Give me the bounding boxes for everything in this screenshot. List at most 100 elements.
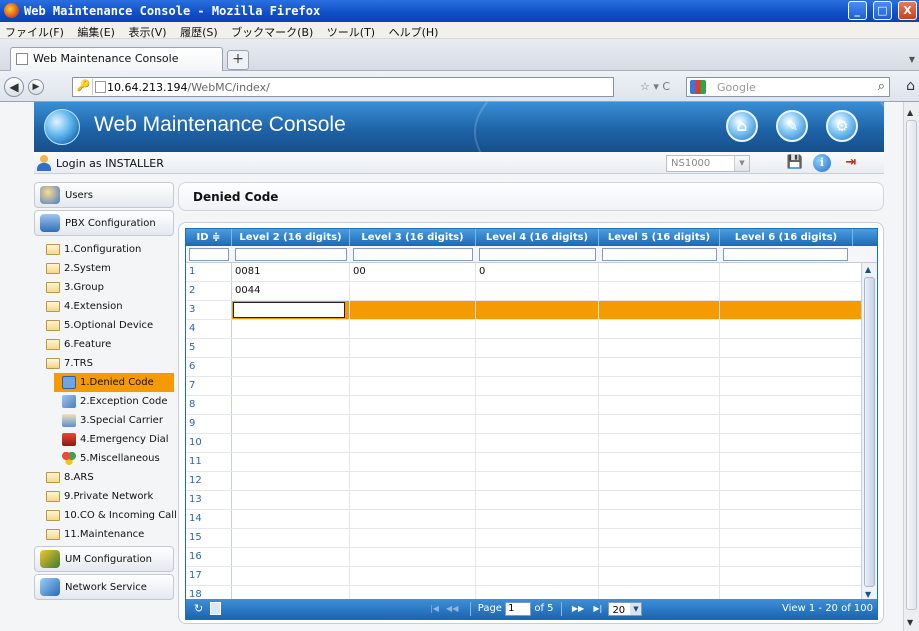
grid-cell[interactable] <box>350 434 476 452</box>
system-select[interactable]: NS1000 ▼ <box>666 155 750 172</box>
grid-cell[interactable] <box>350 358 476 376</box>
grid-cell[interactable] <box>720 491 862 509</box>
table-row[interactable]: 12 <box>186 472 862 491</box>
grid-cell[interactable] <box>350 301 476 319</box>
tree-item-private-network[interactable]: 9.Private Network <box>34 487 174 506</box>
table-row[interactable]: 16 <box>186 548 862 567</box>
filter-level3[interactable] <box>353 248 473 261</box>
tree-item-emergency-dial[interactable]: 4.Emergency Dial <box>34 430 174 449</box>
grid-cell[interactable] <box>720 396 862 414</box>
grid-cell[interactable] <box>476 301 599 319</box>
grid-cell[interactable] <box>350 510 476 528</box>
page-scroll-thumb[interactable] <box>906 120 917 610</box>
grid-cell[interactable] <box>476 453 599 471</box>
grid-cell[interactable] <box>232 510 350 528</box>
back-button[interactable]: ◀ <box>4 77 24 97</box>
grid-cell[interactable] <box>599 567 720 585</box>
grid-cell[interactable] <box>476 548 599 566</box>
scroll-down-icon[interactable]: ▼ <box>865 590 871 599</box>
grid-cell[interactable] <box>350 548 476 566</box>
sidebar-section-pbx[interactable]: PBX Configuration <box>34 210 174 236</box>
prev-page-icon[interactable]: ◀◀ <box>446 601 458 617</box>
table-row[interactable]: 6 <box>186 358 862 377</box>
grid-cell[interactable] <box>720 415 862 433</box>
menu-history[interactable]: 履歴(S) <box>175 22 223 40</box>
tab-list-icon[interactable]: ▼ <box>909 55 915 64</box>
menu-file[interactable]: ファイル(F) <box>0 22 69 40</box>
table-row[interactable]: 7 <box>186 377 862 396</box>
col-header-level6[interactable]: Level 6 (16 digits) <box>720 229 853 246</box>
col-header-level2[interactable]: Level 2 (16 digits) <box>232 229 350 246</box>
grid-cell[interactable] <box>350 472 476 490</box>
grid-cell[interactable] <box>232 320 350 338</box>
grid-scroll-thumb[interactable] <box>864 277 875 587</box>
grid-cell[interactable] <box>476 282 599 300</box>
site-identity-icon[interactable]: 🔑 <box>75 79 93 95</box>
grid-cell[interactable] <box>720 377 862 395</box>
refresh-icon[interactable]: ↻ <box>194 602 203 615</box>
tree-item-exception-code[interactable]: 2.Exception Code <box>34 392 174 411</box>
url-bar[interactable]: 🔑 10.64.213.194/WebMC/index/ <box>72 77 614 97</box>
grid-cell[interactable] <box>476 415 599 433</box>
tree-item-co-incoming-call[interactable]: 10.CO & Incoming Call <box>34 506 177 525</box>
info-icon[interactable]: i <box>813 154 831 172</box>
scroll-up-icon[interactable]: ▲ <box>865 265 871 274</box>
search-box[interactable]: Google ⌕ <box>686 77 890 97</box>
first-page-icon[interactable]: |◀ <box>430 601 439 617</box>
next-page-icon[interactable]: ▶▶ <box>572 601 584 617</box>
tree-item-extension[interactable]: 4.Extension <box>34 297 174 316</box>
menu-tools[interactable]: ツール(T) <box>322 22 380 40</box>
grid-cell[interactable] <box>720 453 862 471</box>
grid-cell[interactable] <box>350 396 476 414</box>
table-row[interactable]: 13 <box>186 491 862 510</box>
table-row[interactable]: 14 <box>186 510 862 529</box>
grid-cell[interactable] <box>720 510 862 528</box>
grid-cell[interactable] <box>232 434 350 452</box>
grid-cell[interactable] <box>476 510 599 528</box>
sidebar-section-users[interactable]: Users <box>34 182 174 208</box>
tree-item-group[interactable]: 3.Group <box>34 278 174 297</box>
grid-cell[interactable] <box>720 529 862 547</box>
grid-cell[interactable] <box>350 529 476 547</box>
grid-cell[interactable] <box>476 377 599 395</box>
sidebar-section-network[interactable]: Network Service <box>34 574 174 600</box>
search-icon[interactable]: ⌕ <box>878 79 885 94</box>
grid-cell[interactable] <box>599 510 720 528</box>
url-tools[interactable]: ☆ ▾ C <box>640 80 670 93</box>
page-number-input[interactable]: 1 <box>505 602 532 616</box>
maximize-button[interactable]: □ <box>872 1 892 20</box>
grid-cell[interactable] <box>232 529 350 547</box>
grid-cell[interactable] <box>599 358 720 376</box>
grid-cell[interactable] <box>599 491 720 509</box>
menu-edit[interactable]: 編集(E) <box>72 22 120 40</box>
grid-cell[interactable] <box>599 453 720 471</box>
grid-cell[interactable] <box>350 415 476 433</box>
grid-cell[interactable] <box>232 491 350 509</box>
home-icon[interactable]: ⌂ <box>726 110 758 142</box>
filter-id[interactable] <box>189 248 229 261</box>
grid-cell[interactable] <box>350 491 476 509</box>
page-size-select[interactable]: 20 ▼ <box>608 602 643 616</box>
grid-cell[interactable] <box>232 301 350 319</box>
grid-cell[interactable] <box>720 548 862 566</box>
table-row[interactable]: 17 <box>186 567 862 586</box>
grid-cell[interactable] <box>720 567 862 585</box>
scroll-down-icon[interactable]: ▼ <box>907 618 913 627</box>
grid-cell[interactable] <box>599 377 720 395</box>
tree-item-feature[interactable]: 6.Feature <box>34 335 174 354</box>
filter-level6[interactable] <box>723 248 848 261</box>
col-header-level3[interactable]: Level 3 (16 digits) <box>350 229 476 246</box>
tree-item-maintenance[interactable]: 11.Maintenance <box>34 525 174 544</box>
grid-cell[interactable] <box>350 282 476 300</box>
filter-level4[interactable] <box>479 248 596 261</box>
grid-cell[interactable] <box>232 472 350 490</box>
grid-cell[interactable] <box>720 339 862 357</box>
tree-item-miscellaneous[interactable]: 5.Miscellaneous <box>34 449 174 468</box>
grid-cell[interactable] <box>476 358 599 376</box>
grid-cell[interactable] <box>350 453 476 471</box>
save-icon[interactable]: 💾 <box>786 154 804 172</box>
grid-cell[interactable]: 00 <box>350 263 476 281</box>
last-page-icon[interactable]: ▶| <box>593 601 602 617</box>
page-scrollbar[interactable]: ▲ ▼ <box>903 102 919 631</box>
col-header-id[interactable]: ID ≑ <box>186 229 232 246</box>
